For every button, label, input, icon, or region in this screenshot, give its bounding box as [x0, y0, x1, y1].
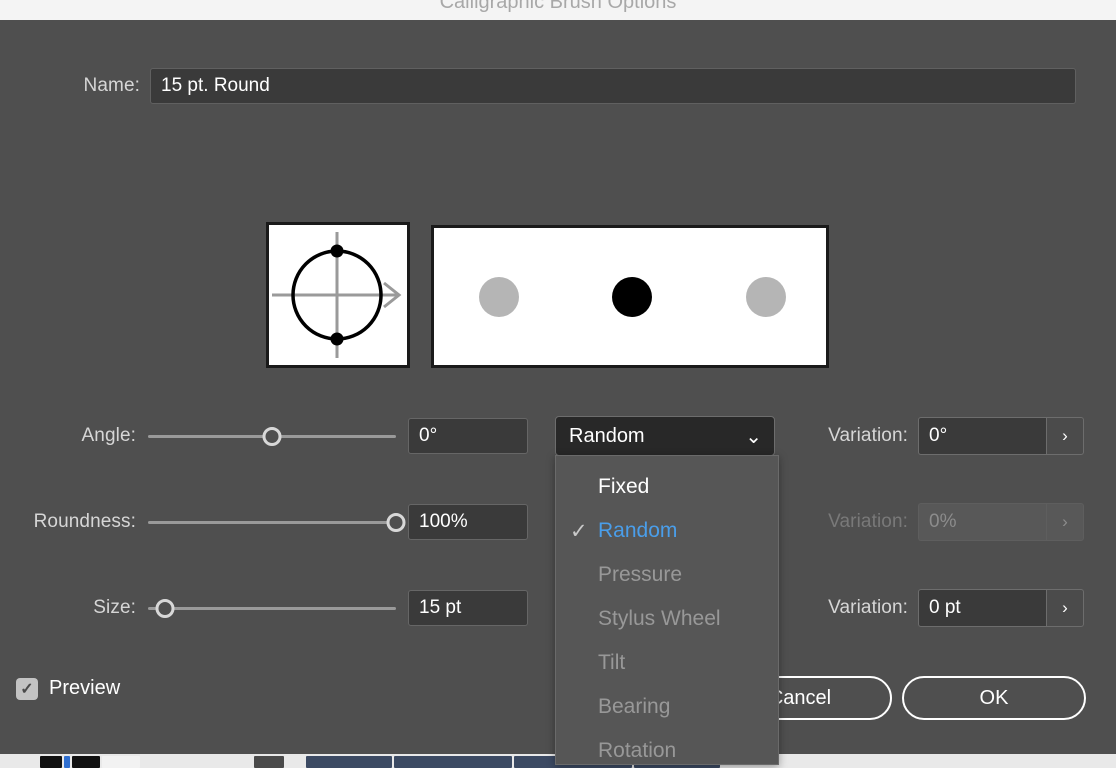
size-variation-label: Variation:: [828, 597, 908, 618]
ok-button[interactable]: OK: [902, 676, 1086, 720]
size-variation-input[interactable]: 0 pt: [918, 589, 1046, 627]
dropdown-option: Tilt: [556, 641, 778, 685]
dropdown-option: Bearing: [556, 685, 778, 729]
window-title: Calligraphic Brush Options: [439, 0, 677, 13]
size-value-input[interactable]: 15 pt: [408, 590, 528, 626]
dropdown-option[interactable]: Fixed: [556, 465, 778, 509]
name-input-value: 15 pt. Round: [161, 75, 270, 96]
dropdown-option-label: Pressure: [598, 563, 683, 586]
preview-label: Preview: [49, 677, 121, 699]
calligraphic-brush-options-dialog: Name: 15 pt. Round Angle: 0° Roundness: …: [0, 20, 1116, 765]
angle-slider-thumb[interactable]: [262, 426, 282, 446]
check-icon: ✓: [570, 519, 588, 543]
brush-stroke-dots: [479, 277, 786, 317]
angle-variation-stepper[interactable]: 0° ›: [918, 417, 1084, 455]
dropdown-option-label: Bearing: [598, 695, 671, 718]
name-row: Name: 15 pt. Round: [0, 68, 1116, 104]
angle-variation-input[interactable]: 0°: [918, 417, 1046, 455]
dock-item: [72, 756, 100, 768]
angle-slider[interactable]: [148, 424, 396, 448]
preview-checkbox-row[interactable]: ✓ Preview: [16, 677, 120, 700]
chevron-right-icon[interactable]: ›: [1046, 417, 1084, 455]
roundness-variation-row: Variation: 0% ›: [790, 502, 1116, 542]
dropdown-option: Stylus Wheel: [556, 597, 778, 641]
roundness-value: 100%: [419, 511, 468, 532]
dock-item: [64, 756, 70, 768]
roundness-variation-label: Variation:: [828, 511, 908, 532]
window-titlebar: Calligraphic Brush Options: [0, 0, 1116, 20]
dropdown-option[interactable]: ✓ Random: [556, 509, 778, 553]
chevron-right-icon[interactable]: ›: [1046, 589, 1084, 627]
dock-item: [102, 756, 140, 768]
roundness-variation-input: 0%: [918, 503, 1046, 541]
size-slider-thumb[interactable]: [155, 598, 175, 618]
dropdown-option-label: Random: [598, 519, 678, 542]
dropdown-option-label: Stylus Wheel: [598, 607, 721, 630]
angle-variation-value: 0°: [929, 425, 948, 446]
dock-item: [254, 756, 284, 768]
size-slider-track: [148, 606, 396, 610]
preview-checkbox[interactable]: ✓: [16, 677, 38, 700]
angle-variation-row: Variation: 0° ›: [790, 416, 1116, 456]
name-input[interactable]: 15 pt. Round: [150, 68, 1076, 104]
dropdown-option-label: Fixed: [598, 475, 650, 498]
size-variation-stepper[interactable]: 0 pt ›: [918, 589, 1084, 627]
chevron-right-icon: ›: [1046, 503, 1084, 541]
roundness-label: Roundness:: [33, 511, 136, 532]
size-value: 15 pt: [419, 597, 462, 618]
dock-item: [394, 756, 512, 768]
roundness-variation-stepper: 0% ›: [918, 503, 1084, 541]
angle-mode-dropdown-menu[interactable]: Fixed ✓ Random Pressure Stylus Wheel Tilt Bear…: [555, 455, 779, 765]
size-slider[interactable]: [148, 596, 396, 620]
name-label: Name:: [83, 75, 140, 96]
dropdown-option: Rotation: [556, 729, 778, 768]
size-variation-row: Variation: 0 pt ›: [790, 588, 1116, 628]
brush-shape-preview[interactable]: [266, 222, 410, 368]
angle-value: 0°: [419, 425, 438, 446]
angle-mode-select[interactable]: Random ⌄: [555, 416, 775, 456]
brush-stroke-preview: [431, 225, 829, 368]
size-variation-value: 0 pt: [929, 597, 961, 618]
dropdown-option: Pressure: [556, 553, 778, 597]
roundness-value-input[interactable]: 100%: [408, 504, 528, 540]
roundness-variation-value: 0%: [929, 511, 957, 532]
roundness-slider-track: [148, 520, 396, 524]
roundness-slider[interactable]: [148, 510, 406, 534]
chevron-down-icon: ⌄: [745, 425, 762, 448]
angle-label: Angle:: [81, 425, 136, 446]
screen: Calligraphic Brush Options Name: 15 pt. …: [0, 0, 1116, 768]
size-label: Size:: [93, 597, 136, 618]
check-icon: ✓: [20, 680, 34, 698]
dock-item: [306, 756, 392, 768]
roundness-slider-thumb[interactable]: [386, 512, 406, 532]
dropdown-option-label: Tilt: [598, 651, 626, 674]
dropdown-option-label: Rotation: [598, 739, 677, 762]
angle-mode-value: Random: [569, 424, 645, 447]
angle-variation-label: Variation:: [828, 425, 908, 446]
dock-item: [40, 756, 62, 768]
brush-shape-diagram: [272, 232, 402, 358]
angle-value-input[interactable]: 0°: [408, 418, 528, 454]
